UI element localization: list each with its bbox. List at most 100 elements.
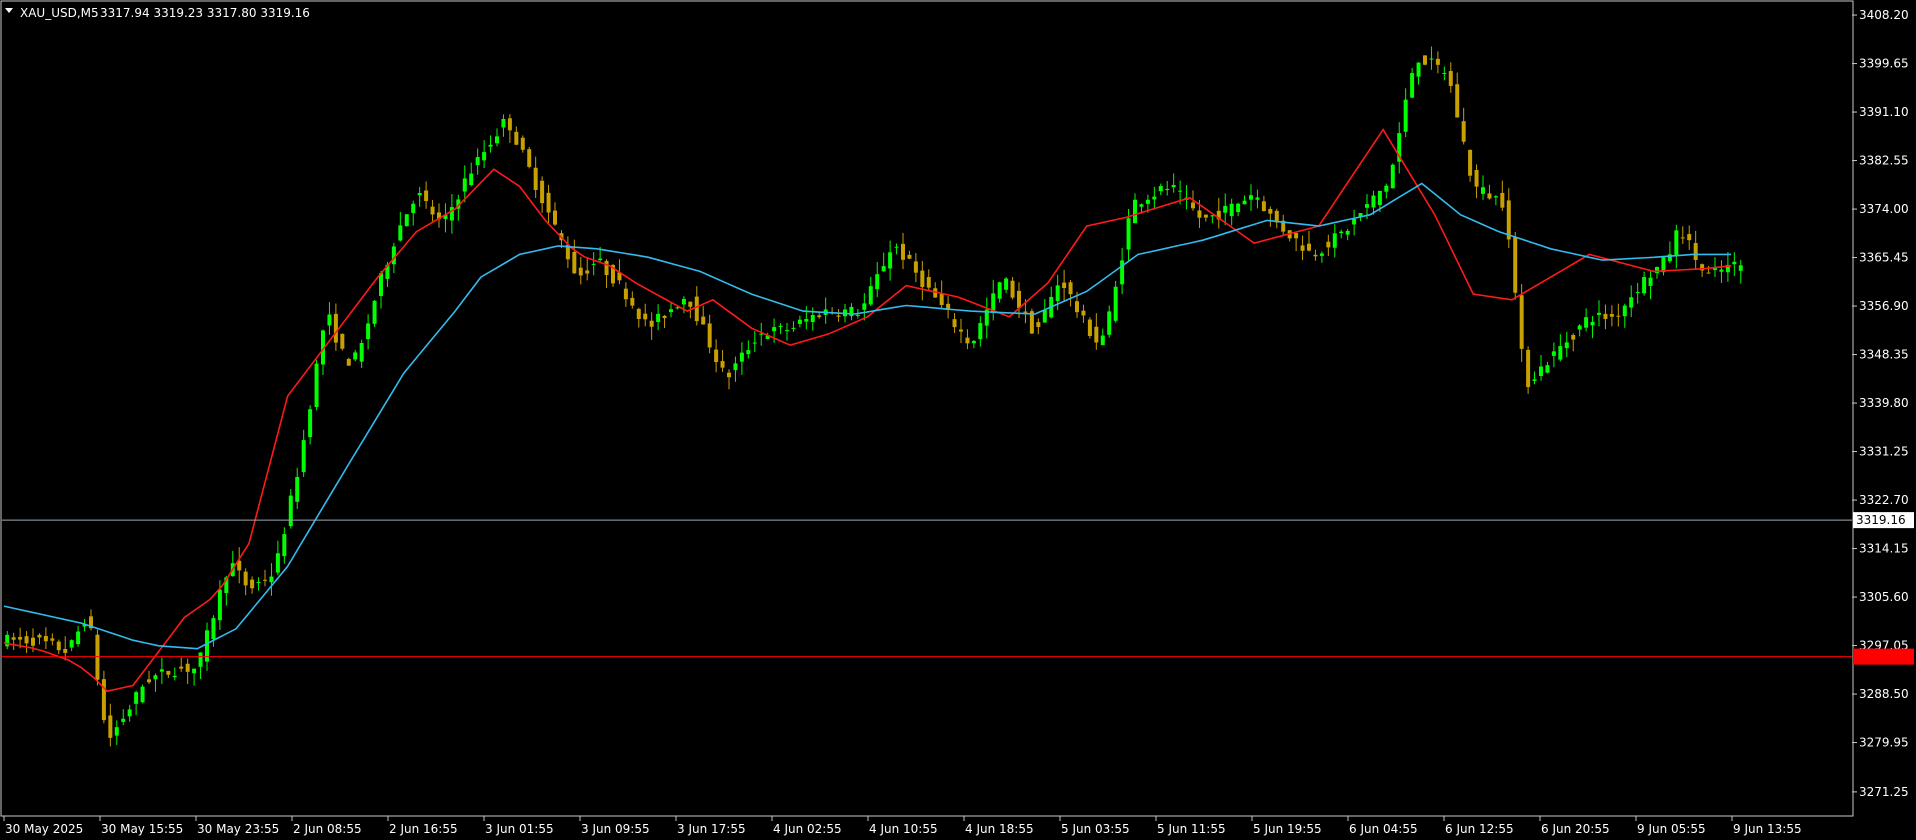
candle-body [1629, 297, 1634, 308]
candle-body [720, 361, 725, 368]
candle-body [1371, 195, 1376, 208]
y-tick-label: 3365.45 [1859, 251, 1909, 265]
candle-body [1319, 253, 1324, 256]
candle-body [920, 270, 925, 288]
candle-body [1571, 335, 1576, 340]
candle-body [714, 349, 719, 363]
y-tick-label: 3322.70 [1859, 493, 1909, 507]
y-tick-label: 3314.15 [1859, 542, 1909, 556]
y-tick-label: 3356.90 [1859, 299, 1909, 313]
x-tick-label: 6 Jun 20:55 [1541, 822, 1610, 836]
candle [1087, 317, 1092, 339]
candle-body [250, 579, 255, 589]
symbol-label: XAU_USD,M5 [20, 6, 99, 20]
current-price-label-text: 3319.16 [1856, 513, 1906, 527]
candle-body [746, 350, 751, 355]
y-tick-label: 3374.00 [1859, 202, 1909, 216]
candle-body [76, 631, 81, 645]
candle-body [1145, 199, 1150, 204]
x-tick-label: 30 May 15:55 [101, 822, 183, 836]
candle-body [1519, 295, 1524, 349]
candle-body [1577, 325, 1582, 330]
candle-body [971, 340, 976, 344]
candle-body [1036, 322, 1041, 328]
x-tick-label: 5 Jun 11:55 [1157, 822, 1226, 836]
candle-body [1178, 190, 1183, 192]
candle-body [939, 293, 944, 305]
candle-body [1706, 272, 1711, 274]
candle-body [836, 315, 841, 317]
candle [372, 300, 377, 327]
candle-body [1107, 311, 1112, 335]
candle-body [855, 314, 860, 316]
candle-body [997, 282, 1002, 299]
candle [314, 359, 319, 411]
x-tick-label: 5 Jun 19:55 [1253, 822, 1322, 836]
y-tick-label: 3331.25 [1859, 445, 1909, 459]
candle-body [1113, 286, 1118, 321]
candle-body [269, 576, 274, 583]
x-tick-label: 4 Jun 02:55 [773, 822, 842, 836]
x-tick-label: 6 Jun 04:55 [1349, 822, 1418, 836]
candle-body [50, 638, 55, 641]
candle-body [1597, 312, 1601, 315]
candle-body [1255, 197, 1260, 200]
candle-body [56, 641, 61, 651]
candle-body [172, 675, 177, 678]
candle-body [449, 207, 454, 221]
candle-body [514, 131, 519, 145]
x-tick-label: 4 Jun 10:55 [869, 822, 938, 836]
candle-body [1004, 278, 1009, 290]
candle-body [108, 715, 113, 738]
candle-body [43, 636, 48, 642]
candle-body [656, 313, 661, 322]
candle-body [1487, 193, 1492, 199]
candle-body [888, 252, 893, 269]
candle-body [1081, 310, 1086, 316]
candle-body [1590, 321, 1595, 326]
candle-body [1191, 202, 1195, 209]
y-tick-label: 3339.80 [1859, 396, 1909, 410]
candle-body [488, 144, 493, 147]
candle-body [669, 309, 673, 313]
candle-body [701, 316, 706, 325]
candle-body [11, 637, 16, 640]
candle-body [179, 666, 184, 669]
candle-body [849, 306, 854, 317]
y-tick-label: 3399.65 [1859, 57, 1909, 71]
x-tick-label: 6 Jun 12:55 [1445, 822, 1514, 836]
candle-body [1481, 187, 1485, 194]
chart-canvas[interactable]: 3408.20 3399.65 3391.10 3382.55 3374.00 3365.… [0, 0, 1916, 840]
candle-body [598, 258, 603, 261]
candle-body [1661, 257, 1666, 273]
candle-body [791, 327, 796, 329]
chart-background [0, 0, 1916, 840]
candle-body [398, 225, 403, 241]
candle-body [140, 686, 145, 703]
candle-body [379, 273, 383, 296]
candle-body [907, 254, 912, 259]
candle-body [31, 637, 35, 646]
x-tick-label: 9 Jun 13:55 [1733, 822, 1802, 836]
candle-body [69, 640, 74, 648]
candle-body [147, 679, 151, 683]
candle-body [1087, 319, 1092, 336]
candle-body [1171, 185, 1176, 188]
candle-body [282, 534, 287, 557]
candle-body [1616, 315, 1621, 317]
candle-body [243, 571, 248, 586]
candle-body [1429, 58, 1434, 60]
candle-body [527, 149, 532, 167]
candle-body [1075, 301, 1079, 313]
candle-body [1197, 210, 1202, 218]
candle-body [166, 670, 171, 675]
candle-body [353, 352, 358, 360]
candle-body [1133, 199, 1137, 224]
level-price-label: 3295.10 [1853, 648, 1914, 665]
candle-body [868, 286, 873, 305]
candle-body [1023, 311, 1028, 313]
y-tick-label: 3305.60 [1859, 590, 1909, 604]
candlestick-chart[interactable]: 3408.20 3399.65 3391.10 3382.55 3374.00 3365.… [0, 0, 1916, 840]
candle-body [1307, 243, 1311, 251]
candle-body [327, 314, 332, 326]
